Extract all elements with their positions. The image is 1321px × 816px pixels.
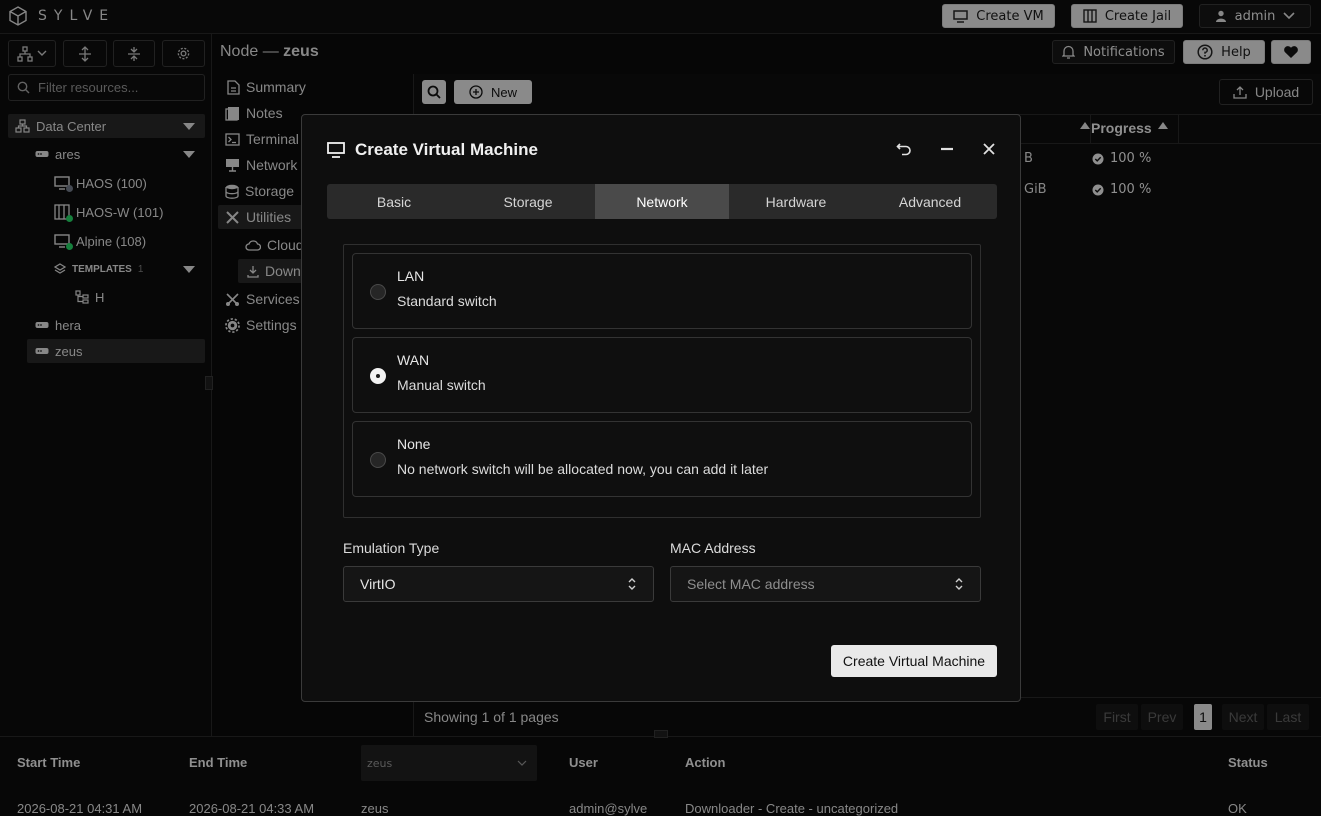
close-button[interactable] — [982, 142, 996, 156]
switch-option-wan[interactable]: WAN Manual switch — [352, 337, 972, 413]
switch-option-none[interactable]: None No network switch will be allocated… — [352, 421, 972, 497]
tab-advanced[interactable]: Advanced — [863, 184, 997, 219]
network-switch-group: LAN Standard switch WAN Manual switch No… — [343, 244, 981, 518]
tab-network[interactable]: Network — [595, 184, 729, 219]
option-title: WAN — [397, 352, 430, 368]
tab-hardware[interactable]: Hardware — [729, 184, 863, 219]
option-title: LAN — [397, 268, 425, 284]
radio-wan[interactable] — [370, 368, 386, 384]
mac-address-placeholder: Select MAC address — [687, 576, 815, 592]
dialog-tabs: Basic Storage Network Hardware Advanced — [327, 184, 997, 219]
monitor-icon — [327, 142, 345, 158]
radio-none[interactable] — [370, 452, 386, 468]
chevron-updown-icon — [628, 578, 636, 590]
option-subtitle: Standard switch — [397, 293, 497, 309]
emulation-type-select[interactable]: VirtIO — [343, 566, 654, 602]
minus-icon — [941, 147, 953, 151]
radio-lan[interactable] — [370, 284, 386, 300]
emulation-type-value: VirtIO — [360, 576, 396, 592]
close-icon — [983, 143, 995, 155]
switch-option-lan[interactable]: LAN Standard switch — [352, 253, 972, 329]
option-title: None — [397, 436, 431, 452]
emulation-type-label: Emulation Type — [343, 540, 440, 556]
chevron-updown-icon — [955, 578, 963, 590]
dialog-title: Create Virtual Machine — [327, 140, 538, 160]
tab-basic[interactable]: Basic — [327, 184, 461, 219]
dialog-title-text: Create Virtual Machine — [355, 140, 538, 159]
tab-storage[interactable]: Storage — [461, 184, 595, 219]
create-vm-dialog: Create Virtual Machine Basic Storage Net… — [301, 114, 1021, 702]
option-subtitle: Manual switch — [397, 377, 486, 393]
undo-icon — [896, 143, 911, 156]
mac-address-select[interactable]: Select MAC address — [670, 566, 981, 602]
reset-button[interactable] — [896, 141, 912, 157]
create-vm-submit-button[interactable]: Create Virtual Machine — [831, 645, 997, 677]
option-subtitle: No network switch will be allocated now,… — [397, 461, 769, 477]
mac-address-label: MAC Address — [670, 540, 756, 556]
minimize-button[interactable] — [940, 141, 954, 157]
